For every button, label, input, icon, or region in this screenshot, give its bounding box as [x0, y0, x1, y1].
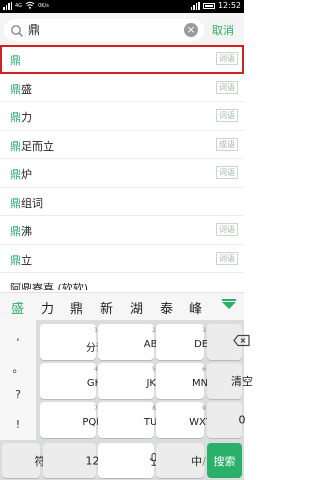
expand-candidates-icon[interactable]: [222, 299, 236, 309]
backspace-icon: [225, 334, 260, 350]
result-row[interactable]: 鼎力 词语: [0, 102, 244, 131]
battery-icon: [202, 2, 215, 9]
clear-icon[interactable]: ×: [184, 23, 198, 37]
number-mode-button[interactable]: 123: [43, 443, 107, 478]
key-6[interactable]: 6 MNO: [156, 363, 216, 399]
key-9[interactable]: 9 WXYZ: [156, 402, 219, 438]
candidate[interactable]: 鼎: [70, 298, 83, 317]
candidate[interactable]: 泰: [160, 298, 173, 317]
result-tag: 成语: [216, 137, 238, 151]
key-2[interactable]: 2 ABC: [98, 324, 164, 360]
key-5[interactable]: 5 JKL: [98, 363, 162, 399]
candidate[interactable]: 新: [100, 298, 113, 317]
result-row-partial[interactable]: 阿鼎寮喜 (软软): [0, 273, 244, 290]
status-bar: 4G 0K/s 12:52: [0, 0, 244, 13]
result-row[interactable]: 鼎立 词语: [0, 245, 244, 273]
punct-key[interactable]: 。: [0, 360, 36, 376]
result-tail: 立: [21, 253, 32, 267]
result-tag: 词语: [216, 80, 238, 94]
result-tag: 词语: [216, 52, 238, 65]
result-tag: 词语: [216, 223, 238, 236]
result-head: 鼎: [10, 196, 21, 210]
cancel-button[interactable]: 取消: [212, 22, 234, 38]
lang-main: 中: [191, 454, 203, 468]
punct-key[interactable]: ?: [0, 388, 36, 401]
key-1[interactable]: 1 分词: [40, 324, 106, 360]
result-partial-text: 阿鼎寮喜 (软软): [10, 282, 89, 290]
search-button-label: 搜索: [213, 455, 236, 468]
result-row[interactable]: 鼎足而立 成语: [0, 131, 244, 159]
clear-label: 清空: [231, 375, 253, 388]
wifi-icon: [25, 1, 35, 11]
result-row[interactable]: 鼎沸 词语: [0, 216, 244, 245]
result-head: 鼎: [10, 111, 21, 124]
backspace-button[interactable]: [207, 324, 250, 360]
result-head: 鼎: [10, 225, 21, 238]
voice-button[interactable]: [98, 443, 159, 478]
language-switch-button[interactable]: 中/英: [156, 443, 217, 478]
candidate[interactable]: 盛: [11, 298, 24, 317]
candidate-bar: 盛 力 鼎 新 湖 泰 峰: [0, 292, 244, 320]
key-7[interactable]: 7 PQRS: [40, 402, 110, 438]
candidate[interactable]: 力: [41, 298, 54, 317]
punct-key[interactable]: ,: [0, 330, 36, 343]
search-input[interactable]: 鼎 ×: [4, 19, 204, 41]
result-head: 鼎: [10, 168, 21, 181]
key-label: 0: [238, 413, 246, 427]
punctuation-column: , 。 ? !: [0, 320, 36, 440]
search-button[interactable]: 搜索: [207, 443, 242, 478]
result-tail: 组词: [21, 196, 43, 210]
result-tail: 盛: [21, 82, 32, 96]
search-query: 鼎: [28, 23, 41, 37]
signal-icon: [3, 2, 12, 10]
result-row[interactable]: 鼎盛 词语: [0, 74, 244, 102]
signal-icon-2: [190, 1, 200, 10]
result-tail: 足而立: [21, 139, 54, 153]
key-3[interactable]: 3 DEF: [156, 324, 214, 360]
clock: 12:52: [217, 1, 241, 10]
result-tag: 词语: [216, 109, 238, 122]
result-head: 鼎: [10, 139, 21, 153]
result-row[interactable]: 鼎组词: [0, 188, 244, 216]
key-4[interactable]: 4 GHI: [40, 363, 105, 399]
result-list: 鼎 词语 鼎盛 词语 鼎力 词语 鼎足而立 成语 鼎炉 词语 鼎组词 鼎沸 词语…: [0, 45, 244, 290]
search-icon: [10, 23, 24, 38]
network-label: 4G: [15, 2, 23, 9]
keyboard: , 。 ? ! 1 分词 2 ABC 3 DEF 4 GHI 5 JKL 6 M…: [0, 320, 253, 480]
key-0[interactable]: 0: [207, 402, 246, 438]
result-row[interactable]: 鼎 词语: [0, 45, 244, 74]
result-tail: 力: [21, 111, 32, 124]
result-tail: 炉: [21, 168, 32, 181]
search-header: 鼎 × 取消: [0, 13, 244, 45]
candidate[interactable]: 峰: [189, 298, 202, 317]
symbol-button[interactable]: 符: [2, 443, 46, 478]
result-tail: 沸: [21, 225, 32, 238]
result-head: 鼎: [10, 54, 21, 67]
result-head: 鼎: [10, 253, 21, 267]
punct-key[interactable]: !: [0, 418, 36, 431]
result-row[interactable]: 鼎炉 词语: [0, 159, 244, 188]
result-tag: 词语: [216, 251, 238, 265]
net-speed: 0K/s: [38, 2, 49, 9]
result-head: 鼎: [10, 82, 21, 96]
clear-button[interactable]: 清空: [207, 363, 253, 399]
result-tag: 词语: [216, 166, 238, 179]
candidate[interactable]: 湖: [130, 298, 143, 317]
key-8[interactable]: 8 TUV: [98, 402, 164, 438]
